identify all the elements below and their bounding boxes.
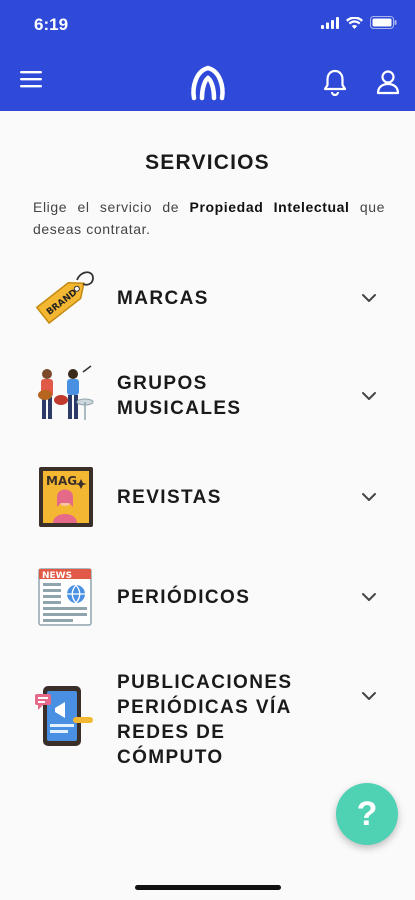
service-marcas[interactable]: BRAND MARCAS: [0, 266, 415, 330]
service-label: GRUPOS MUSICALES: [117, 373, 242, 419]
svg-text:MAG: MAG: [46, 474, 77, 488]
intro-text-highlight: Propiedad Intelectual: [189, 199, 350, 215]
service-periodicos[interactable]: NEWS PERIÓDICOS: [0, 565, 415, 629]
brand-tag-icon: BRAND: [35, 271, 94, 325]
home-indicator[interactable]: [135, 885, 281, 890]
newspaper-icon: NEWS: [38, 568, 92, 626]
status-time: 6:19: [34, 15, 69, 34]
wifi-icon: [346, 16, 363, 29]
service-label: PERIÓDICOS: [117, 587, 251, 608]
help-button[interactable]: ?: [336, 783, 398, 845]
service-label: PUBLICACIONES PERIÓDICAS VÍA REDES DE CÓ…: [117, 672, 293, 768]
service-revistas[interactable]: MAG REVISTAS: [0, 465, 415, 529]
service-publicaciones-redes[interactable]: PUBLICACIONES PERIÓDICAS VÍA REDES DE CÓ…: [0, 670, 415, 774]
arch-logo-icon: [191, 65, 225, 101]
app-header: 6:19: [0, 0, 415, 111]
service-label: MARCAS: [117, 288, 209, 309]
music-band-icon: [38, 365, 94, 420]
hamburger-menu-icon[interactable]: [20, 69, 44, 89]
magazine-icon: MAG: [39, 467, 93, 527]
service-grupos-musicales[interactable]: GRUPOS MUSICALES: [0, 364, 415, 428]
user-icon[interactable]: [375, 68, 401, 96]
chevron-down-icon: [362, 593, 376, 601]
chevron-down-icon: [362, 392, 376, 400]
chevron-down-icon: [362, 692, 376, 700]
service-label: REVISTAS: [117, 487, 222, 508]
page-title: SERVICIOS: [145, 151, 270, 174]
mobile-publication-icon: [35, 686, 93, 746]
status-icons: [321, 16, 397, 29]
chevron-down-icon: [362, 294, 376, 302]
intro-text: Elige el servicio de Propiedad Intelectu…: [33, 196, 385, 240]
intro-text-start: Elige el servicio de: [33, 199, 190, 215]
signal-icon: [321, 16, 339, 29]
bell-icon[interactable]: [322, 68, 348, 96]
svg-text:NEWS: NEWS: [42, 571, 72, 581]
chevron-down-icon: [362, 493, 376, 501]
battery-icon: [370, 16, 397, 29]
